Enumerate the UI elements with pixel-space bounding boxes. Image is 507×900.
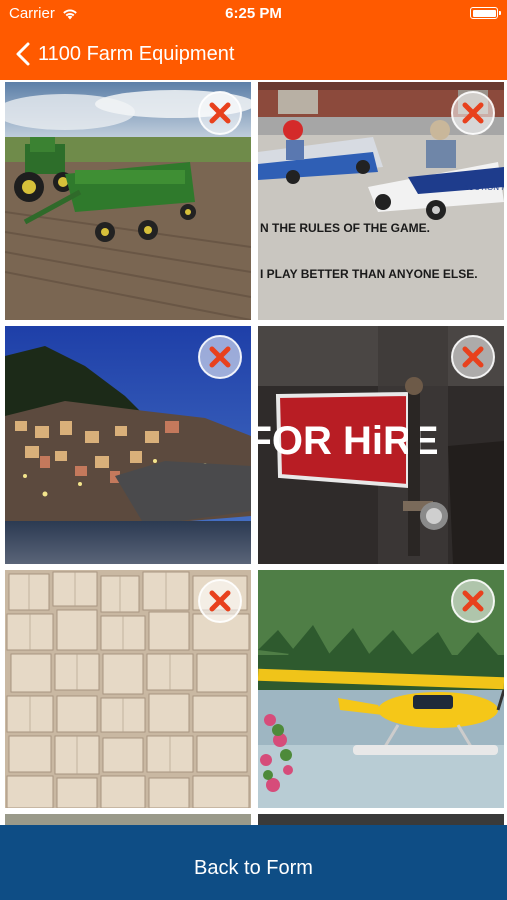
image-tile-village[interactable] <box>5 326 251 564</box>
image-tile-partial[interactable] <box>5 814 251 825</box>
remove-image-button[interactable] <box>450 90 496 136</box>
nav-title[interactable]: 1100 Farm Equipment <box>38 41 234 67</box>
remove-image-button[interactable] <box>197 90 243 136</box>
image-tile-for-hire[interactable]: FOR HiRE <box>258 326 504 564</box>
header-bar: Carrier 6:25 PM 1100 Farm Equipment <box>0 0 507 80</box>
remove-image-button[interactable] <box>450 334 496 380</box>
image-tile-partial[interactable] <box>258 814 504 825</box>
image-tile-seaplane[interactable] <box>258 570 504 808</box>
derby-caption-line-2: I PLAY BETTER THAN ANYONE ELSE. <box>260 267 478 281</box>
close-icon <box>198 91 242 135</box>
battery-icon <box>470 7 501 19</box>
remove-image-button[interactable] <box>450 578 496 624</box>
close-icon <box>198 335 242 379</box>
image-tile-derby[interactable]: AUCTION METHO N THE RULES OF THE GAME. I… <box>258 82 504 320</box>
remove-image-button[interactable] <box>197 578 243 624</box>
remove-image-button[interactable] <box>197 334 243 380</box>
image-grid: AUCTION METHO N THE RULES OF THE GAME. I… <box>0 80 507 825</box>
close-icon <box>451 579 495 623</box>
status-bar: Carrier 6:25 PM <box>0 5 507 25</box>
back-to-form-button[interactable]: Back to Form <box>0 825 507 900</box>
image-tile-tractor[interactable] <box>5 82 251 320</box>
close-icon <box>451 335 495 379</box>
car-text: AUCTION METHO <box>463 183 504 192</box>
close-icon <box>451 91 495 135</box>
close-icon <box>198 579 242 623</box>
clock: 6:25 PM <box>225 5 282 22</box>
nav-bar: 1100 Farm Equipment <box>0 38 507 68</box>
back-chevron-icon[interactable] <box>14 41 36 67</box>
derby-caption-line-1: N THE RULES OF THE GAME. <box>260 221 430 235</box>
image-tile-books[interactable] <box>5 570 251 808</box>
back-to-form-label: Back to Form <box>194 857 313 879</box>
